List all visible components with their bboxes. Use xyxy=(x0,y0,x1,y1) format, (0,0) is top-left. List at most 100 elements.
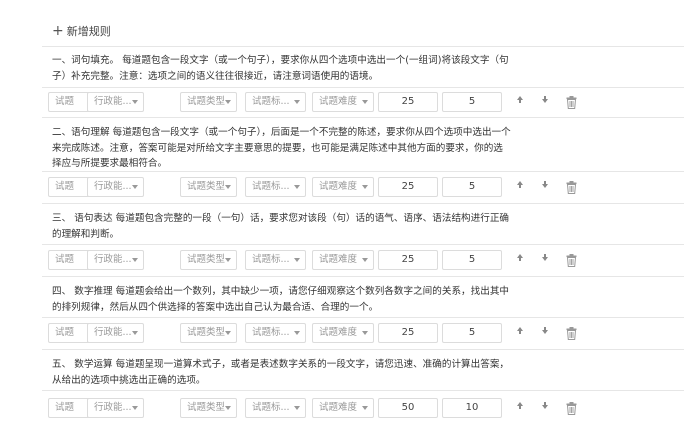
chevron-down-icon xyxy=(294,185,300,189)
question-type-select[interactable]: 试题类型 xyxy=(180,250,237,270)
chevron-down-icon xyxy=(362,406,368,410)
select-value: 试题 xyxy=(55,254,75,265)
select-value: 试题类型 xyxy=(187,402,226,413)
divider xyxy=(42,244,684,245)
select-value: 试题 xyxy=(55,327,75,338)
select-value: 试题类型 xyxy=(187,327,226,338)
select-value: 试题类型 xyxy=(187,181,226,192)
chevron-down-icon xyxy=(132,406,138,410)
category-select[interactable]: 行政能... xyxy=(87,250,144,270)
move-up-icon[interactable] xyxy=(514,326,526,340)
select-value: 试题类型 xyxy=(187,96,226,107)
chevron-down-icon xyxy=(362,185,368,189)
rule-controls: 试题 行政能... 试题类型 试题标... 试题难度 25 5 xyxy=(42,177,684,198)
select-value: 行政能... xyxy=(94,254,132,265)
move-down-icon[interactable] xyxy=(539,326,551,340)
category-select[interactable]: 行政能... xyxy=(87,398,144,418)
rule-controls: 试题 行政能... 试题类型 试题标... 试题难度 25 5 xyxy=(42,250,684,271)
rule-description: 四、 数字推理 每道题会给出一个数列，其中缺少一项，请您仔细观察这个数列各数字之… xyxy=(52,286,510,313)
chevron-down-icon xyxy=(362,100,368,104)
question-count-input[interactable]: 25 xyxy=(378,250,438,270)
chevron-down-icon xyxy=(225,406,231,410)
move-down-icon[interactable] xyxy=(539,253,551,267)
select-value: 试题难度 xyxy=(319,181,358,192)
delete-icon[interactable] xyxy=(566,94,577,109)
chevron-down-icon xyxy=(362,258,368,262)
score-input[interactable]: 5 xyxy=(442,177,502,197)
difficulty-select[interactable]: 试题难度 xyxy=(312,92,374,112)
chevron-down-icon xyxy=(132,331,138,335)
question-type-select[interactable]: 试题类型 xyxy=(180,398,237,418)
select-value: 试题标... xyxy=(252,181,290,192)
select-value: 试题标... xyxy=(252,402,290,413)
rule-description: 一、词句填充。 每道题包含一段文字（或一个句子），要求你从四个选项中选出一个(一… xyxy=(52,55,509,82)
chevron-down-icon xyxy=(225,185,231,189)
question-tag-select[interactable]: 试题标... xyxy=(245,250,306,270)
divider xyxy=(42,87,684,88)
rule-controls: 试题 行政能... 试题类型 试题标... 试题难度 25 5 xyxy=(42,92,684,113)
divider xyxy=(42,276,684,277)
select-value: 试题难度 xyxy=(319,96,358,107)
move-down-icon[interactable] xyxy=(539,401,551,415)
chevron-down-icon xyxy=(294,100,300,104)
score-input[interactable]: 10 xyxy=(442,398,502,418)
score-input[interactable]: 5 xyxy=(442,250,502,270)
category-select[interactable]: 行政能... xyxy=(87,323,144,343)
divider xyxy=(42,46,684,47)
divider xyxy=(42,203,684,204)
select-value: 试题难度 xyxy=(319,254,358,265)
select-value: 试题 xyxy=(55,181,75,192)
question-type-select[interactable]: 试题类型 xyxy=(180,92,237,112)
move-down-icon[interactable] xyxy=(539,180,551,194)
difficulty-select[interactable]: 试题难度 xyxy=(312,323,374,343)
delete-icon[interactable] xyxy=(566,179,577,194)
select-value: 行政能... xyxy=(94,402,132,413)
question-count-input[interactable]: 25 xyxy=(378,323,438,343)
divider xyxy=(42,349,684,350)
question-count-input[interactable]: 50 xyxy=(378,398,438,418)
add-rule-label: 新增规则 xyxy=(66,25,111,38)
category-select[interactable]: 行政能... xyxy=(87,92,144,112)
chevron-down-icon xyxy=(132,258,138,262)
difficulty-select[interactable]: 试题难度 xyxy=(312,398,374,418)
chevron-down-icon xyxy=(294,406,300,410)
move-up-icon[interactable] xyxy=(514,401,526,415)
difficulty-select[interactable]: 试题难度 xyxy=(312,250,374,270)
move-up-icon[interactable] xyxy=(514,253,526,267)
chevron-down-icon xyxy=(362,331,368,335)
category-select[interactable]: 行政能... xyxy=(87,177,144,197)
delete-icon[interactable] xyxy=(566,252,577,267)
delete-icon[interactable] xyxy=(566,400,577,415)
plus-icon: + xyxy=(52,22,64,39)
select-value: 试题标... xyxy=(252,96,290,107)
select-value: 试题类型 xyxy=(187,254,226,265)
chevron-down-icon xyxy=(225,100,231,104)
add-rule-button[interactable]: + 新增规则 xyxy=(52,23,111,39)
question-type-select[interactable]: 试题类型 xyxy=(180,323,237,343)
move-down-icon[interactable] xyxy=(539,95,551,109)
chevron-down-icon xyxy=(294,258,300,262)
score-input[interactable]: 5 xyxy=(442,92,502,112)
question-count-input[interactable]: 25 xyxy=(378,177,438,197)
divider xyxy=(42,390,684,391)
question-tag-select[interactable]: 试题标... xyxy=(245,323,306,343)
chevron-down-icon xyxy=(132,100,138,104)
rule-description: 二、语句理解 每道题包含一段文字（或一个句子），后面是一个不完整的陈述，要求你从… xyxy=(52,127,511,169)
delete-icon[interactable] xyxy=(566,325,577,340)
question-count-input[interactable]: 25 xyxy=(378,92,438,112)
select-value: 行政能... xyxy=(94,181,132,192)
question-type-select[interactable]: 试题类型 xyxy=(180,177,237,197)
rule-description: 三、 语句表达 每道题包含完整的一段（一句）话，要求您对该段（句）话的语气、语序… xyxy=(52,213,510,240)
move-up-icon[interactable] xyxy=(514,95,526,109)
move-up-icon[interactable] xyxy=(514,180,526,194)
chevron-down-icon xyxy=(225,258,231,262)
difficulty-select[interactable]: 试题难度 xyxy=(312,177,374,197)
select-value: 试题标... xyxy=(252,327,290,338)
chevron-down-icon xyxy=(225,331,231,335)
question-tag-select[interactable]: 试题标... xyxy=(245,92,306,112)
question-tag-select[interactable]: 试题标... xyxy=(245,398,306,418)
question-tag-select[interactable]: 试题标... xyxy=(245,177,306,197)
select-value: 行政能... xyxy=(94,327,132,338)
score-input[interactable]: 5 xyxy=(442,323,502,343)
select-value: 行政能... xyxy=(94,96,132,107)
